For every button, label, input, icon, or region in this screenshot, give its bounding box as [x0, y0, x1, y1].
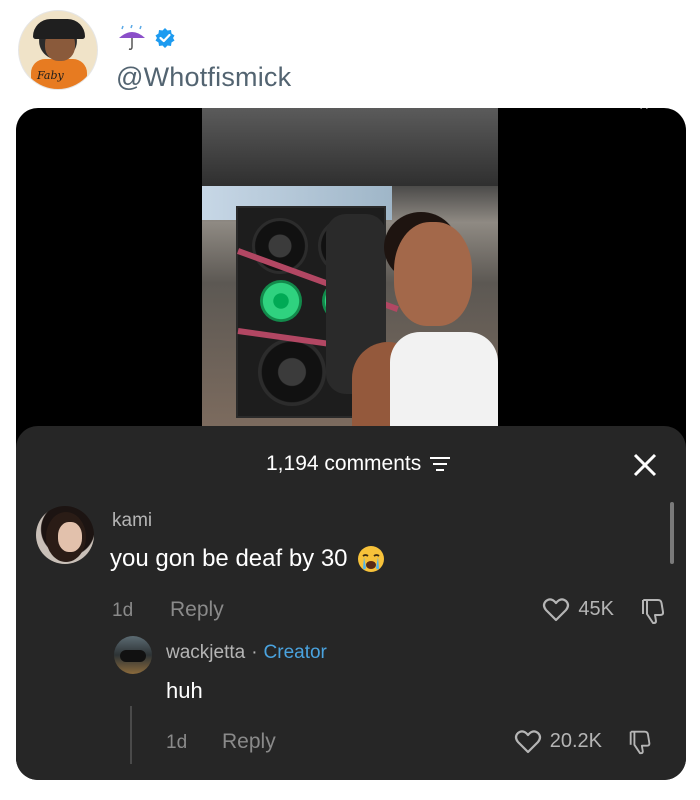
- reply-username[interactable]: wackjetta: [166, 642, 245, 664]
- verified-badge-icon: [155, 28, 175, 48]
- reply-time: 1d: [166, 732, 188, 753]
- reply-author-avatar[interactable]: [114, 636, 152, 674]
- person-head: [394, 222, 472, 326]
- umbrella-with-rain-icon: [119, 25, 145, 50]
- video-frame: [202, 108, 498, 426]
- heart-icon: [514, 730, 541, 754]
- display-name-row[interactable]: [116, 24, 176, 52]
- comments-sheet: 1,194 comments kami you gon be deaf by 3…: [16, 426, 686, 780]
- reply-user-row: wackjetta · Creator: [166, 642, 327, 664]
- like-button[interactable]: 45K: [542, 596, 614, 622]
- comments-count[interactable]: 1,194 comments: [266, 452, 451, 476]
- subwoofer: [258, 338, 326, 406]
- reply-button[interactable]: Reply: [222, 730, 276, 754]
- comment-item: kami you gon be deaf by 30 1d Reply 45K: [36, 506, 666, 626]
- tweet-author-avatar[interactable]: Faby: [18, 10, 98, 90]
- tweet-header: Faby @Whotfismick: [18, 10, 678, 100]
- comment-username[interactable]: kami: [112, 510, 152, 532]
- avatar-logo-text: Faby: [37, 69, 64, 82]
- avatar-car: [120, 650, 146, 662]
- commenter-avatar[interactable]: [36, 506, 94, 564]
- like-count: 20.2K: [549, 729, 602, 752]
- thread-line: [130, 706, 132, 764]
- comment-text-body: you gon be deaf by 30: [110, 545, 348, 572]
- crying-face-icon: [357, 546, 384, 572]
- comment-text: you gon be deaf by 30: [110, 544, 386, 574]
- tweet-media-screenshot[interactable]: 1,194 comments kami you gon be deaf by 3…: [16, 108, 686, 780]
- horn-speaker: [260, 280, 302, 322]
- scrollbar[interactable]: [670, 502, 674, 564]
- reply-text: huh: [166, 678, 203, 703]
- comment-time: 1d: [112, 600, 134, 621]
- avatar-cap: [33, 19, 85, 39]
- comment-meta: 1d Reply 45K: [112, 598, 672, 626]
- filter-icon: [430, 457, 451, 471]
- dislike-icon[interactable]: [638, 596, 668, 626]
- like-button[interactable]: 20.2K: [514, 728, 602, 754]
- person: [352, 212, 498, 426]
- heart-icon: [543, 598, 570, 622]
- person-shirt: [390, 332, 498, 426]
- reply-item: wackjetta · Creator huh 1d Reply 20.2K: [114, 636, 666, 766]
- video-close-icon[interactable]: [632, 108, 656, 114]
- car-roof: [202, 108, 498, 186]
- name-separator: ·: [251, 642, 258, 663]
- like-count: 45K: [578, 597, 614, 620]
- dislike-icon[interactable]: [626, 728, 654, 756]
- reply-meta: 1d Reply 20.2K: [166, 730, 656, 758]
- creator-badge: Creator: [263, 642, 327, 663]
- close-icon[interactable]: [630, 450, 660, 480]
- tweet-handle[interactable]: @Whotfismick: [116, 62, 291, 93]
- comments-count-label: 1,194 comments: [266, 452, 422, 475]
- reply-button[interactable]: Reply: [170, 598, 224, 622]
- avatar-face: [58, 522, 82, 552]
- comments-header: 1,194 comments: [16, 450, 686, 484]
